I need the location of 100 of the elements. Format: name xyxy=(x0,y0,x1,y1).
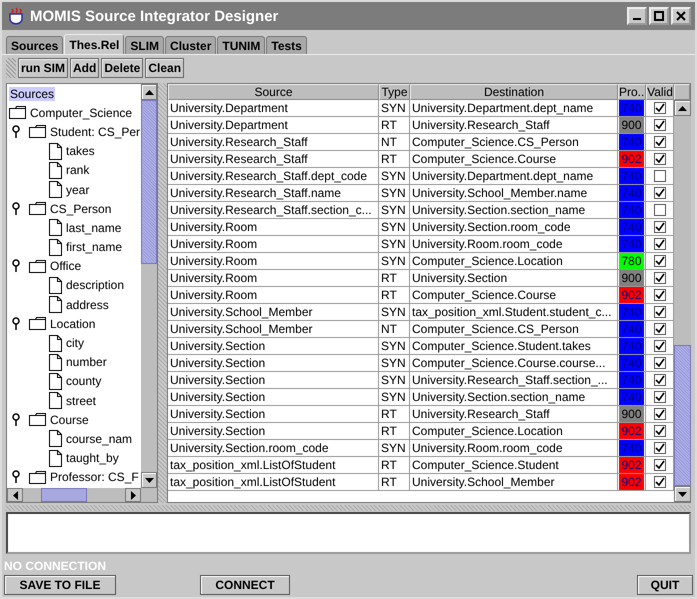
tab[interactable]: Tests xyxy=(266,36,307,54)
message-area[interactable] xyxy=(6,512,691,554)
action-button[interactable]: CONNECT xyxy=(200,575,290,595)
checkbox[interactable] xyxy=(654,357,666,369)
tree-item[interactable]: Student: CS_Per xyxy=(49,124,141,139)
tree-item[interactable]: number xyxy=(65,355,108,370)
folder-icon xyxy=(29,260,46,273)
tree-handle-icon[interactable] xyxy=(11,316,21,331)
tree-handle-icon[interactable] xyxy=(11,259,21,274)
table-cell: University.Research_Staff.section_c... xyxy=(168,202,379,219)
column-header[interactable]: Pro... xyxy=(618,84,646,100)
tab[interactable]: SLIM xyxy=(125,36,164,54)
tab[interactable]: Thes.Rel xyxy=(64,34,124,54)
scroll-up-button[interactable] xyxy=(141,84,157,100)
column-header[interactable]: Destination xyxy=(410,84,618,100)
checkbox[interactable] xyxy=(654,425,666,437)
tree-item[interactable]: Office xyxy=(49,259,82,274)
tree-item[interactable]: Sources xyxy=(9,86,56,101)
table-cell: Computer_Science.Location xyxy=(410,423,618,440)
tree-handle-icon[interactable] xyxy=(11,470,21,484)
scrollbar[interactable] xyxy=(7,488,157,502)
close-button[interactable] xyxy=(671,7,691,25)
table-cell: RT xyxy=(379,474,410,491)
tree-handle-icon[interactable] xyxy=(11,202,21,216)
checkbox[interactable] xyxy=(654,442,666,454)
scroll-down-button[interactable] xyxy=(141,472,157,488)
checkbox[interactable] xyxy=(654,272,666,284)
tab[interactable]: Cluster xyxy=(165,36,216,54)
checkbox[interactable] xyxy=(654,289,666,301)
checkbox[interactable] xyxy=(654,136,666,148)
tree-handle-icon[interactable] xyxy=(11,124,21,139)
tree-item[interactable]: course_nam xyxy=(65,432,134,446)
checkbox[interactable] xyxy=(654,170,666,182)
action-button[interactable]: QUIT xyxy=(637,575,693,595)
tree-item[interactable]: first_name xyxy=(65,240,124,254)
toolbar-button[interactable]: Add xyxy=(70,58,100,78)
checkbox[interactable] xyxy=(654,119,666,131)
document-icon xyxy=(49,334,62,352)
tree-item[interactable]: rank xyxy=(65,163,90,178)
table-cell: Computer_Science.CS_Person xyxy=(410,321,618,338)
scroll-down-button[interactable] xyxy=(674,486,691,502)
column-header[interactable]: Source xyxy=(168,84,379,100)
score-cell: 740 xyxy=(619,355,644,371)
table-cell: University.Section xyxy=(168,372,379,389)
checkbox[interactable] xyxy=(654,204,666,216)
tree-item[interactable]: taught_by xyxy=(65,451,120,466)
scroll-right-button[interactable] xyxy=(125,488,141,502)
checkbox[interactable] xyxy=(654,187,666,199)
toolbar-button[interactable]: Clean xyxy=(145,58,184,78)
tree-item[interactable]: Professor: CS_F xyxy=(49,470,140,484)
checkbox[interactable] xyxy=(654,408,666,420)
table-cell: University.Section.section_name xyxy=(410,389,618,406)
scroll-left-button[interactable] xyxy=(7,488,23,502)
table-cell: tax_position_xml.Student.student_c... xyxy=(410,304,618,321)
column-header[interactable]: Valid xyxy=(646,84,674,100)
tree-item[interactable]: year xyxy=(65,182,90,197)
tree-item[interactable]: last_name xyxy=(65,220,122,235)
toolbar-button[interactable]: Delete xyxy=(101,58,144,78)
table-cell: Computer_Science.Course.course... xyxy=(410,355,618,372)
checkbox[interactable] xyxy=(654,323,666,335)
tree-item[interactable]: Course xyxy=(49,412,90,427)
checkbox[interactable] xyxy=(654,306,666,318)
tree-item[interactable]: Location xyxy=(49,316,96,331)
checkbox[interactable] xyxy=(654,476,666,488)
scrollbar[interactable] xyxy=(141,84,157,488)
column-header[interactable]: Type xyxy=(379,84,410,100)
tree-item[interactable]: address xyxy=(65,298,110,312)
checkbox[interactable] xyxy=(654,374,666,386)
tree-item[interactable]: county xyxy=(65,374,102,388)
action-button[interactable]: SAVE TO FILE xyxy=(4,575,116,595)
table-cell: University.Room.room_code xyxy=(410,236,618,253)
tab[interactable]: Sources xyxy=(6,36,64,54)
table-cell: SYN xyxy=(379,168,410,185)
checkbox[interactable] xyxy=(654,459,666,471)
table-cell: Computer_Science.Student.takes xyxy=(410,338,618,355)
tab[interactable]: TUNIM xyxy=(217,36,266,54)
tree-item[interactable]: takes xyxy=(65,144,96,158)
checkbox[interactable] xyxy=(654,153,666,165)
table-cell: tax_position_xml.ListOfStudent xyxy=(168,474,379,491)
score-cell: 740 xyxy=(619,236,644,252)
toolbar-button[interactable]: run SIM xyxy=(18,58,68,78)
scrollbar[interactable] xyxy=(674,100,691,502)
checkbox[interactable] xyxy=(654,391,666,403)
checkbox[interactable] xyxy=(654,102,666,114)
tree-item[interactable]: description xyxy=(65,278,126,292)
tree-item[interactable]: CS_Person xyxy=(49,202,112,216)
tree-item[interactable]: Computer_Science xyxy=(29,106,134,120)
scroll-up-button[interactable] xyxy=(674,100,691,116)
minimize-button[interactable] xyxy=(627,7,647,25)
tree-item[interactable]: street xyxy=(65,394,98,408)
checkbox[interactable] xyxy=(654,221,666,233)
checkbox[interactable] xyxy=(654,340,666,352)
toolbar-grip[interactable] xyxy=(6,58,16,78)
checkbox[interactable] xyxy=(654,255,666,267)
table-cell: University.Section.section_name xyxy=(410,202,618,219)
document-icon xyxy=(49,162,62,179)
checkbox[interactable] xyxy=(654,238,666,250)
maximize-button[interactable] xyxy=(649,7,669,25)
tree-item[interactable]: city xyxy=(65,336,85,350)
tree-handle-icon[interactable] xyxy=(11,412,21,427)
